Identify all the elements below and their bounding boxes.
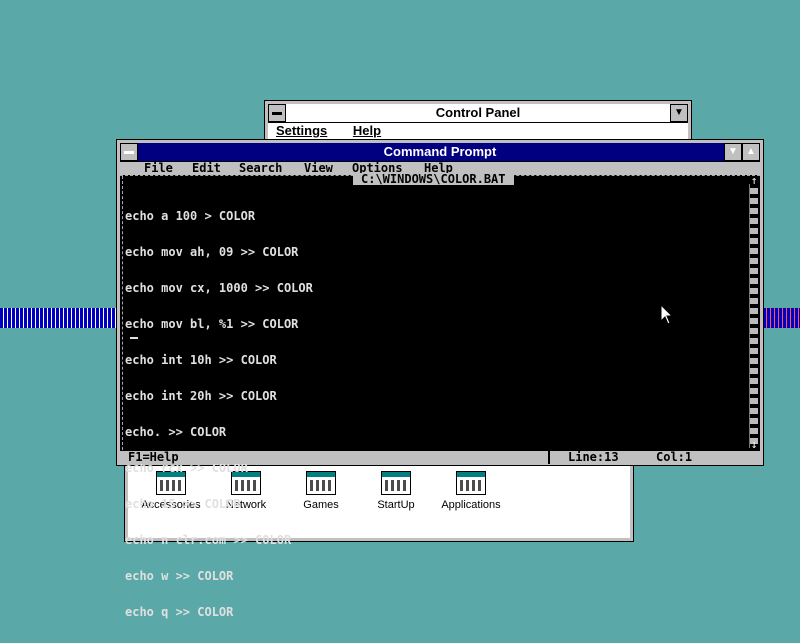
menu-file[interactable]: File xyxy=(144,162,173,174)
control-panel-window[interactable]: ▬ Control Panel ▼ Settings Help xyxy=(264,100,692,140)
command-prompt-title: Command Prompt xyxy=(383,144,497,159)
status-divider xyxy=(548,451,550,464)
status-bar: F1=Help Line:13 Col:1 xyxy=(120,450,760,464)
status-col: Col:1 xyxy=(656,450,693,464)
group-icon-startup[interactable]: StartUp xyxy=(356,471,436,511)
command-prompt-title-bar[interactable]: ▬ Command Prompt ▼ ▲ xyxy=(120,143,760,162)
editor-line: echo. >> COLOR xyxy=(125,425,227,439)
group-icon-label: Applications xyxy=(441,499,501,511)
minimize-icon[interactable]: ▼ xyxy=(724,143,742,161)
text-cursor xyxy=(130,337,138,339)
control-panel-menu-bar: Settings Help xyxy=(268,123,688,139)
menu-view[interactable]: View xyxy=(304,162,333,174)
menu-search[interactable]: Search xyxy=(239,162,282,174)
editor-line: echo int 10h >> COLOR xyxy=(125,353,277,367)
status-help: F1=Help xyxy=(128,450,179,464)
editor-file-name: C:\WINDOWS\COLOR.BAT xyxy=(353,173,514,185)
desktop-stripe-left xyxy=(0,308,118,328)
editor-line: echo mov ah, 09 >> COLOR xyxy=(125,245,299,259)
editor-line: echo n clr.com >> COLOR xyxy=(125,533,292,547)
command-prompt-window[interactable]: ▬ Command Prompt ▼ ▲ File Edit Search Vi… xyxy=(116,139,764,618)
editor-line: echo 15 >> COLOR xyxy=(125,497,241,511)
editor-line: echo q >> COLOR xyxy=(125,605,234,619)
editor-lines: echo a 100 > COLOR echo mov ah, 09 >> CO… xyxy=(125,186,313,642)
group-icon-label: StartUp xyxy=(377,499,415,511)
status-line: Line:13 xyxy=(568,450,619,464)
editor-line: echo a 100 > COLOR xyxy=(125,209,256,223)
control-panel-title-bar[interactable]: ▬ Control Panel ▼ xyxy=(268,104,688,123)
system-menu-icon[interactable]: ▬ xyxy=(268,104,286,122)
program-group-icon xyxy=(456,471,486,495)
vertical-scrollbar[interactable] xyxy=(749,184,758,448)
desktop-stripe-right xyxy=(763,308,800,328)
menu-settings[interactable]: Settings xyxy=(276,123,327,138)
menu-edit[interactable]: Edit xyxy=(192,162,221,174)
scroll-down-arrow-icon[interactable]: ↓ xyxy=(749,439,759,450)
control-panel-title: Control Panel xyxy=(435,105,521,120)
left-border xyxy=(122,176,123,450)
group-icon-applications[interactable]: Applications xyxy=(431,471,511,511)
scroll-up-arrow-icon[interactable]: ↑ xyxy=(749,175,759,186)
system-menu-icon[interactable]: ▬ xyxy=(120,143,138,161)
mouse-pointer-icon xyxy=(660,304,674,325)
editor-line: echo mov cx, 1000 >> COLOR xyxy=(125,281,313,295)
editor-line: echo mov bl, %1 >> COLOR xyxy=(125,317,299,331)
editor-line: echo w >> COLOR xyxy=(125,569,234,583)
maximize-icon[interactable]: ▲ xyxy=(742,143,760,161)
menu-help[interactable]: Help xyxy=(353,123,381,138)
minimize-icon[interactable]: ▼ xyxy=(670,104,688,122)
program-group-icon xyxy=(381,471,411,495)
editor-line: echo int 20h >> COLOR xyxy=(125,389,277,403)
